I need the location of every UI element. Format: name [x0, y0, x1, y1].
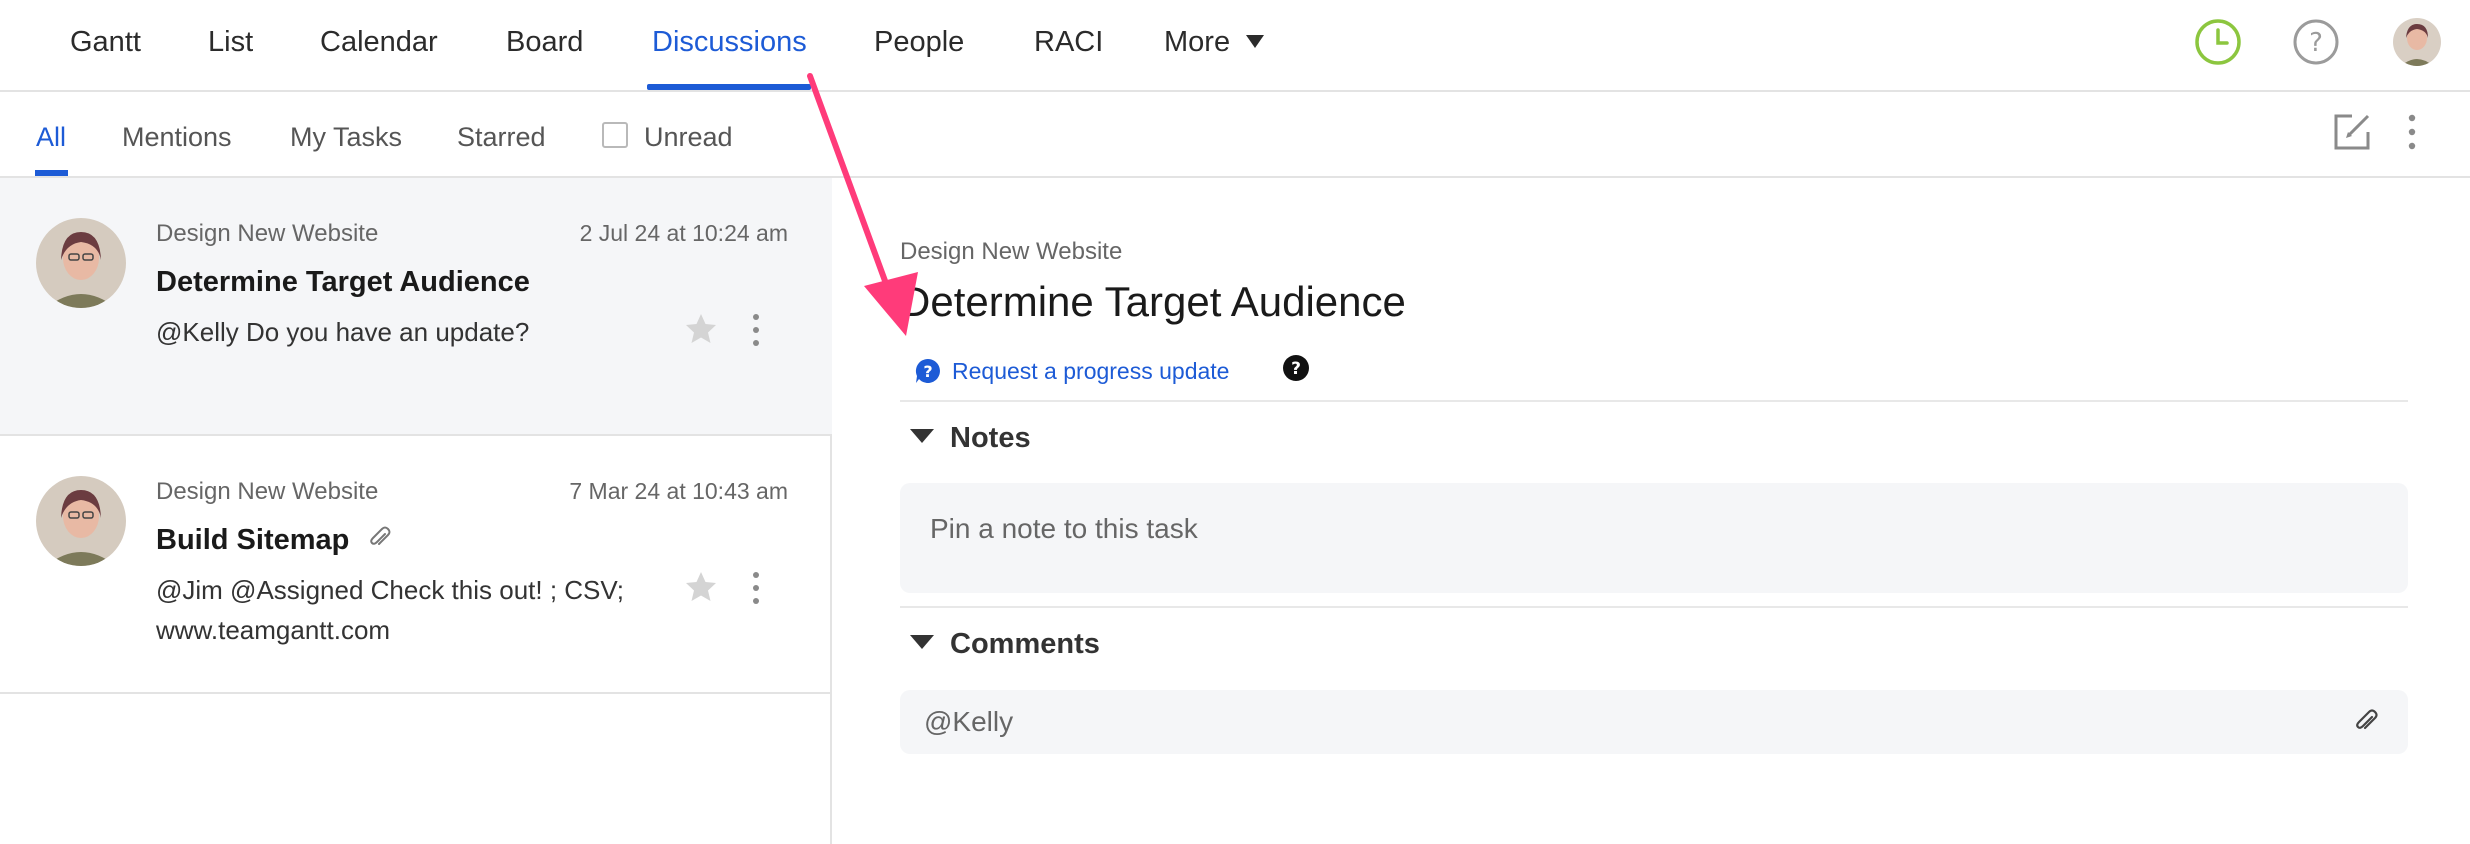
detail-project: Design New Website	[900, 238, 1123, 265]
avatar	[36, 218, 126, 308]
notes-placeholder: Pin a note to this task	[930, 513, 1198, 544]
chat-question-icon: ?	[915, 358, 940, 383]
filter-bar: All Mentions My Tasks Starred Unread	[0, 92, 2470, 178]
user-avatar[interactable]	[2393, 18, 2441, 66]
filter-starred[interactable]: Starred	[457, 92, 546, 178]
filter-my-tasks[interactable]: My Tasks	[290, 92, 402, 178]
discussion-date: 7 Mar 24 at 10:43 am	[569, 478, 788, 504]
comment-input[interactable]	[900, 690, 2408, 754]
comments-heading: Comments	[950, 628, 1100, 660]
top-navigation: Gantt List Calendar Board Discussions Pe…	[0, 0, 2470, 92]
discussion-title-row[interactable]: Build Sitemap	[156, 524, 393, 557]
tab-calendar[interactable]: Calendar	[320, 0, 438, 92]
tab-gantt[interactable]: Gantt	[70, 0, 141, 92]
attach-file-icon[interactable]	[2352, 708, 2380, 736]
tab-more-label: More	[1164, 26, 1231, 58]
discussion-project: Design New Website	[156, 478, 379, 505]
item-more-icon[interactable]	[744, 310, 768, 350]
star-icon[interactable]	[684, 312, 718, 346]
filter-unread-label[interactable]: Unread	[644, 92, 733, 178]
compose-icon[interactable]	[2330, 110, 2374, 154]
tab-board[interactable]: Board	[506, 0, 583, 92]
discussion-date: 2 Jul 24 at 10:24 am	[579, 220, 788, 246]
tab-list[interactable]: List	[208, 0, 253, 92]
active-filter-indicator	[35, 170, 68, 176]
notes-heading: Notes	[950, 422, 1031, 454]
discussion-detail: Design New Website Determine Target Audi…	[900, 178, 2408, 844]
discussion-title: Build Sitemap	[156, 524, 350, 556]
tab-raci[interactable]: RACI	[1034, 0, 1103, 92]
request-progress-update-link[interactable]: ? Request a progress update	[914, 354, 1229, 388]
discussion-preview: @Kelly Do you have an update?	[156, 317, 530, 347]
filter-mentions[interactable]: Mentions	[122, 92, 232, 178]
tab-more[interactable]: More	[1164, 0, 1265, 92]
item-more-icon[interactable]	[744, 568, 768, 608]
pin-note-area[interactable]: Pin a note to this task	[900, 483, 2408, 593]
clock-icon[interactable]	[2194, 18, 2242, 66]
star-icon[interactable]	[684, 570, 718, 604]
help-icon[interactable]: ?	[2292, 18, 2340, 66]
triangle-down-icon	[910, 635, 934, 649]
comments-section-toggle[interactable]: Comments	[910, 628, 1100, 661]
request-progress-update-label: Request a progress update	[952, 358, 1230, 384]
tab-discussions[interactable]: Discussions	[652, 0, 807, 92]
triangle-down-icon	[910, 429, 934, 443]
svg-text:?: ?	[1291, 359, 1301, 379]
discussion-list: Design New Website 2 Jul 24 at 10:24 am …	[0, 178, 832, 844]
notes-section-toggle[interactable]: Notes	[910, 422, 1031, 455]
avatar	[36, 476, 126, 566]
discussion-item[interactable]: Design New Website 2 Jul 24 at 10:24 am …	[0, 178, 832, 436]
paperclip-icon	[370, 526, 391, 545]
filter-all[interactable]: All	[36, 92, 66, 178]
more-options-icon[interactable]	[2400, 110, 2424, 154]
svg-text:?: ?	[2309, 28, 2323, 58]
detail-title: Determine Target Audience	[900, 278, 1406, 325]
unread-checkbox[interactable]	[602, 122, 628, 148]
active-tab-indicator	[647, 84, 811, 90]
discussion-item[interactable]: Design New Website 7 Mar 24 at 10:43 am …	[0, 436, 832, 694]
tab-people[interactable]: People	[874, 0, 964, 92]
svg-text:?: ?	[923, 362, 932, 381]
discussion-project: Design New Website	[156, 220, 379, 247]
discussion-title[interactable]: Determine Target Audience	[156, 266, 530, 299]
divider	[900, 606, 2408, 608]
discussion-preview: @Jim @Assigned Check this out! ; CSV; ww…	[156, 575, 624, 645]
divider	[900, 400, 2408, 402]
help-circle-icon[interactable]: ?	[1282, 354, 1310, 382]
caret-down-icon	[1246, 35, 1265, 48]
